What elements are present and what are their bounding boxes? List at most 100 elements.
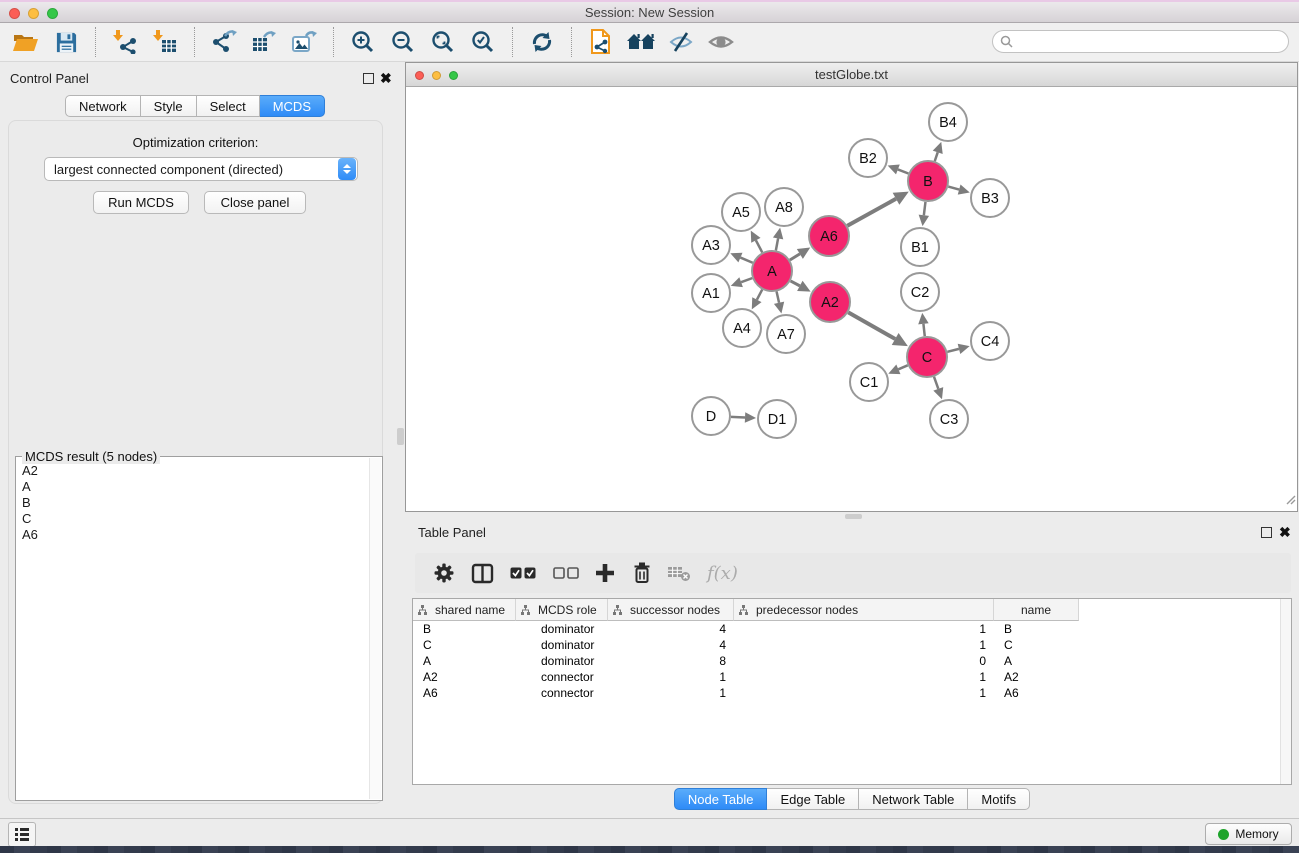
function-builder-button[interactable]: f(x) xyxy=(707,563,738,584)
graph-node-A3[interactable]: A3 xyxy=(692,226,730,264)
edge-B-B3[interactable] xyxy=(948,187,959,190)
edge-A-A1[interactable] xyxy=(741,278,752,282)
graph-node-B2[interactable]: B2 xyxy=(849,139,887,177)
table-scrollbar[interactable] xyxy=(1280,599,1291,784)
edge-A-A3[interactable] xyxy=(740,258,752,263)
cell-MCDS-role[interactable]: dominator xyxy=(516,638,608,652)
zoom-selected-button[interactable] xyxy=(463,25,503,59)
graph-node-A7[interactable]: A7 xyxy=(767,315,805,353)
tab-select[interactable]: Select xyxy=(197,95,260,117)
column-header-predecessor-nodes[interactable]: predecessor nodes xyxy=(734,599,994,621)
search-field[interactable] xyxy=(992,30,1289,53)
graph-node-A8[interactable]: A8 xyxy=(765,188,803,226)
graph-node-B[interactable]: B xyxy=(908,161,948,201)
edge-A-A6[interactable] xyxy=(790,254,800,260)
export-table-button[interactable] xyxy=(244,25,284,59)
graph-node-C2[interactable]: C2 xyxy=(901,273,939,311)
mcds-result-list[interactable]: A2ABCA6 xyxy=(18,463,368,798)
zoom-fit-button[interactable] xyxy=(423,25,463,59)
settings-gear-button[interactable] xyxy=(433,562,455,584)
refresh-button[interactable] xyxy=(522,25,562,59)
edge-C-C1[interactable] xyxy=(898,365,907,369)
edge-A-A2[interactable] xyxy=(791,281,800,286)
open-session-button[interactable] xyxy=(6,25,46,59)
memory-button[interactable]: Memory xyxy=(1205,823,1292,845)
column-header-name[interactable]: name xyxy=(994,599,1079,621)
optimization-criterion-dropdown[interactable]: largest connected component (directed) xyxy=(44,157,358,181)
cell-predecessor-nodes[interactable]: 1 xyxy=(734,638,994,652)
select-all-button[interactable] xyxy=(510,567,536,579)
home-button[interactable] xyxy=(621,25,661,59)
tab-network-table[interactable]: Network Table xyxy=(859,788,968,810)
result-item[interactable]: A2 xyxy=(22,463,368,479)
edge-C-C3[interactable] xyxy=(934,377,938,389)
edge-B-B1[interactable] xyxy=(924,202,926,215)
graph-node-B4[interactable]: B4 xyxy=(929,103,967,141)
cell-name[interactable]: C xyxy=(994,638,1079,652)
result-item[interactable]: B xyxy=(22,495,368,511)
task-history-button[interactable] xyxy=(8,822,36,847)
edge-D-D1[interactable] xyxy=(731,417,745,418)
graph-node-C4[interactable]: C4 xyxy=(971,322,1009,360)
export-image-button[interactable] xyxy=(284,25,324,59)
edge-A6-B[interactable] xyxy=(847,199,896,226)
graph-node-D1[interactable]: D1 xyxy=(758,400,796,438)
zoom-in-button[interactable] xyxy=(343,25,383,59)
zoom-out-button[interactable] xyxy=(383,25,423,59)
cell-successor-nodes[interactable]: 4 xyxy=(608,622,734,636)
cell-name[interactable]: B xyxy=(994,622,1079,636)
network-canvas[interactable]: B4B2BB3A8A5A6A3B1AC2A1A2A4A7C4CC1DD1C3 xyxy=(406,87,1297,511)
graph-node-A6[interactable]: A6 xyxy=(809,216,849,256)
table-row[interactable]: Adominator80A xyxy=(413,653,1291,669)
result-item[interactable]: A xyxy=(22,479,368,495)
edge-A-A4[interactable] xyxy=(757,290,762,300)
cell-successor-nodes[interactable]: 1 xyxy=(608,686,734,700)
result-item[interactable]: C xyxy=(22,511,368,527)
graph-node-C1[interactable]: C1 xyxy=(850,363,888,401)
cell-shared-name[interactable]: C xyxy=(413,638,516,652)
close-panel-button[interactable]: Close panel xyxy=(204,191,306,214)
search-input[interactable] xyxy=(1017,35,1288,49)
cell-MCDS-role[interactable]: connector xyxy=(516,670,608,684)
resize-grip-icon[interactable] xyxy=(1284,492,1296,510)
network-window-titlebar[interactable]: testGlobe.txt xyxy=(406,63,1297,87)
cell-predecessor-nodes[interactable]: 1 xyxy=(734,622,994,636)
graph-node-A[interactable]: A xyxy=(752,251,792,291)
tab-mcds[interactable]: MCDS xyxy=(260,95,325,117)
cell-name[interactable]: A2 xyxy=(994,670,1079,684)
graph-node-A1[interactable]: A1 xyxy=(692,274,730,312)
cell-shared-name[interactable]: A xyxy=(413,654,516,668)
close-panel-icon[interactable]: ✖ xyxy=(380,71,392,85)
cell-successor-nodes[interactable]: 8 xyxy=(608,654,734,668)
cell-predecessor-nodes[interactable]: 0 xyxy=(734,654,994,668)
edge-A-A5[interactable] xyxy=(756,240,762,252)
graph-node-A4[interactable]: A4 xyxy=(723,309,761,347)
float-panel-icon[interactable] xyxy=(363,73,374,84)
edge-A-A7[interactable] xyxy=(777,291,780,302)
split-columns-button[interactable] xyxy=(471,563,494,584)
column-header-shared-name[interactable]: shared name xyxy=(413,599,516,621)
result-item[interactable]: A6 xyxy=(22,527,368,543)
vertical-splitter-handle[interactable] xyxy=(397,428,404,445)
export-network-button[interactable] xyxy=(204,25,244,59)
cell-shared-name[interactable]: A2 xyxy=(413,670,516,684)
cell-predecessor-nodes[interactable]: 1 xyxy=(734,670,994,684)
import-network-button[interactable] xyxy=(105,25,145,59)
edge-C-C2[interactable] xyxy=(923,324,924,336)
graph-node-B1[interactable]: B1 xyxy=(901,228,939,266)
column-header-successor-nodes[interactable]: successor nodes xyxy=(608,599,734,621)
graph-node-A5[interactable]: A5 xyxy=(722,193,760,231)
cell-shared-name[interactable]: A6 xyxy=(413,686,516,700)
cell-name[interactable]: A xyxy=(994,654,1079,668)
tab-edge-table[interactable]: Edge Table xyxy=(767,788,859,810)
tab-network[interactable]: Network xyxy=(65,95,141,117)
tab-node-table[interactable]: Node Table xyxy=(674,788,768,810)
table-row[interactable]: A2connector11A2 xyxy=(413,669,1291,685)
edge-A-A8[interactable] xyxy=(776,238,778,250)
cell-MCDS-role[interactable]: dominator xyxy=(516,654,608,668)
cell-shared-name[interactable]: B xyxy=(413,622,516,636)
graph-node-A2[interactable]: A2 xyxy=(810,282,850,322)
table-float-panel-icon[interactable] xyxy=(1261,527,1272,538)
import-table-button[interactable] xyxy=(145,25,185,59)
edge-A2-C[interactable] xyxy=(848,312,895,339)
